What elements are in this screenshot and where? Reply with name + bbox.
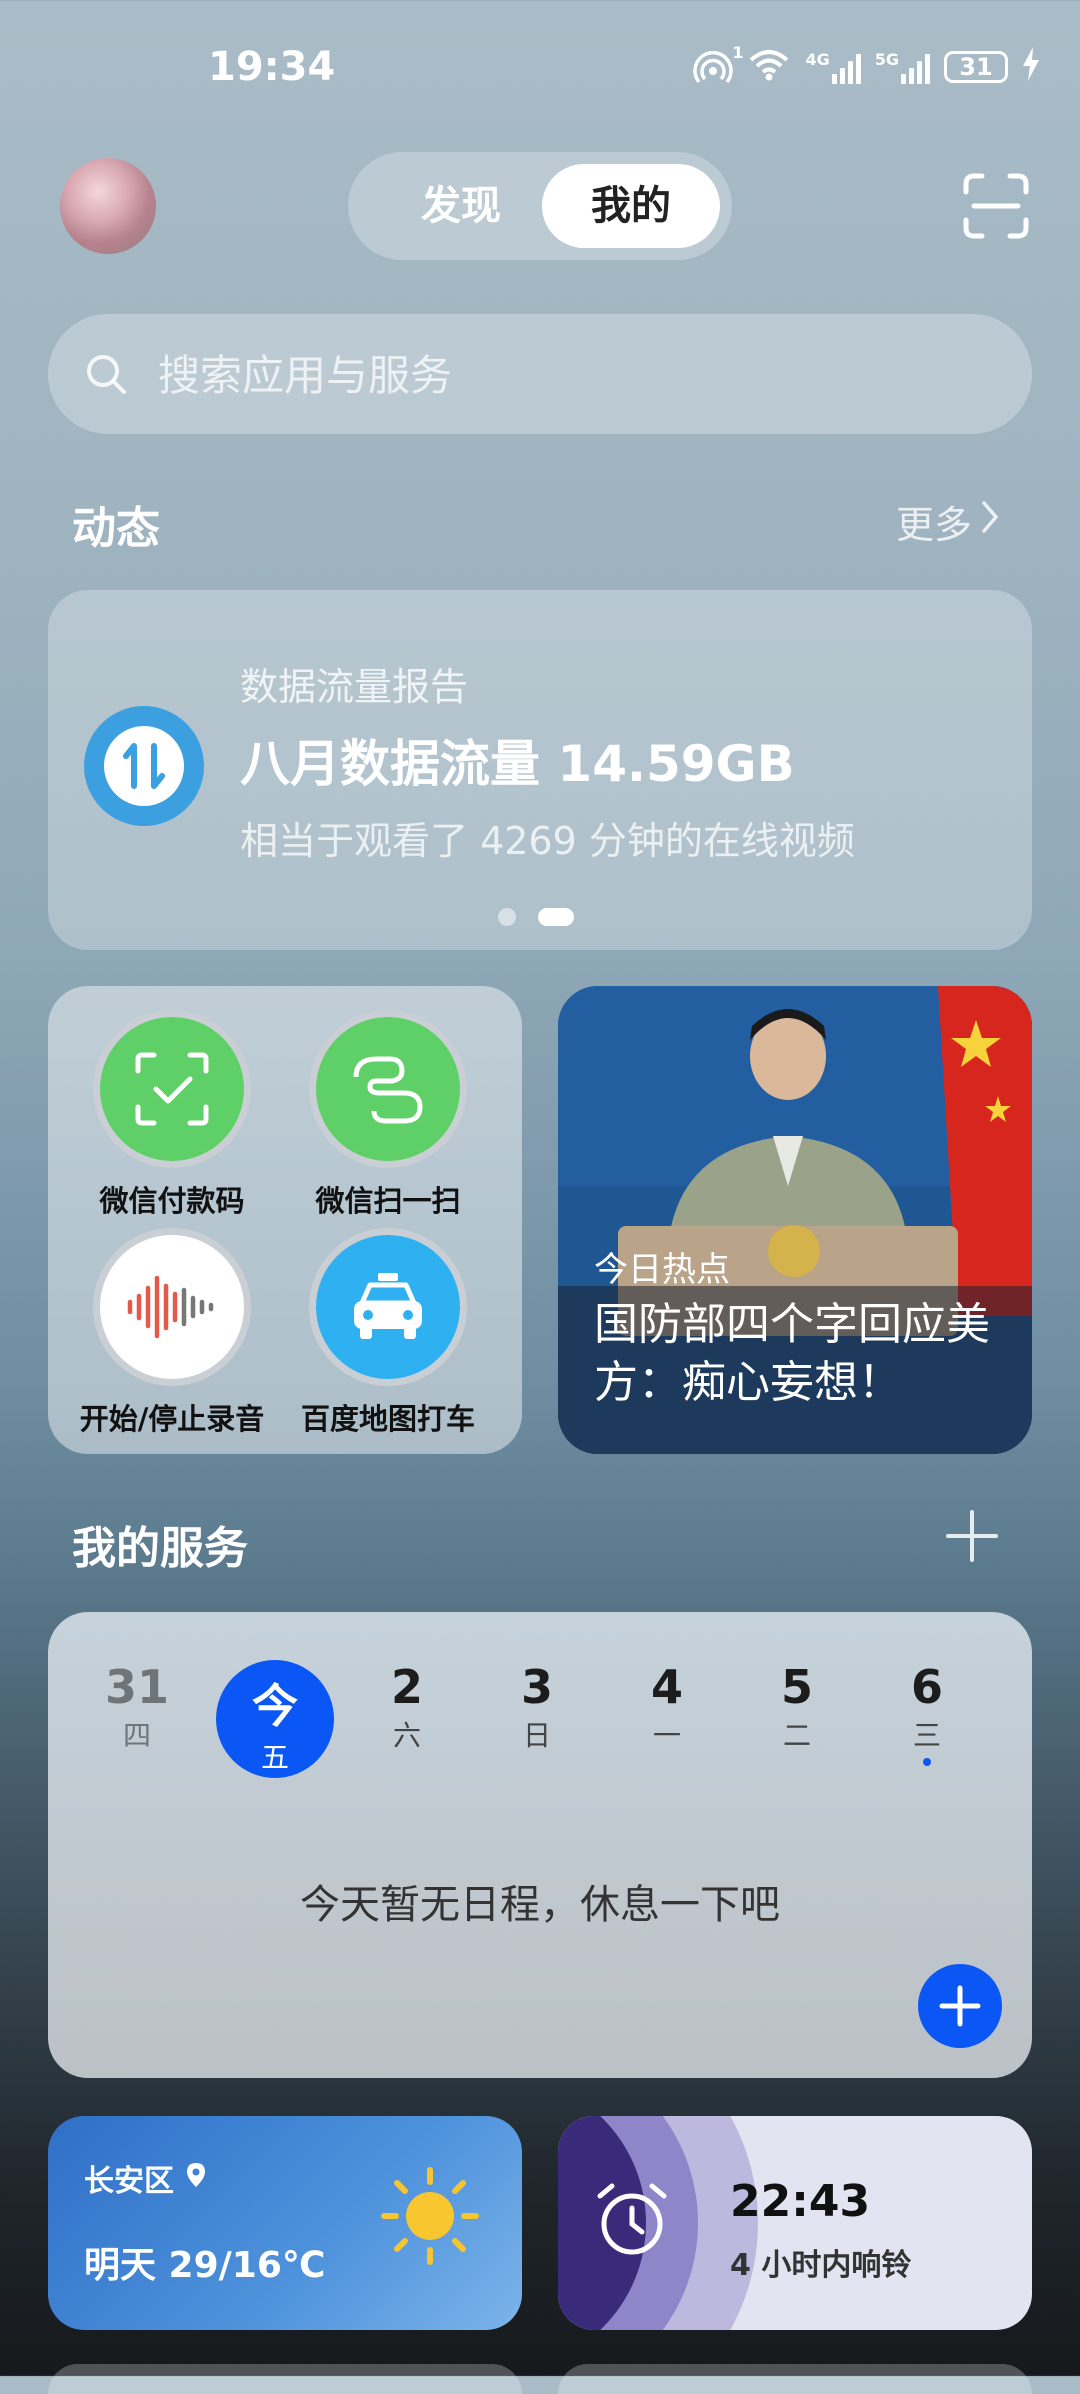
calendar-day[interactable]: 3 日 xyxy=(478,1660,596,1778)
calendar-day[interactable]: 5 二 xyxy=(738,1660,856,1778)
signal-bars-icon xyxy=(901,50,930,84)
scan-icon[interactable] xyxy=(962,172,1030,240)
data-usage-card[interactable]: 数据流量报告 八月数据流量 14.59GB 相当于观看了 4269 分钟的在线视… xyxy=(48,590,1032,950)
data-transfer-icon xyxy=(84,706,204,826)
event-dot xyxy=(923,1758,931,1766)
status-time: 19:34 xyxy=(208,44,336,90)
signal-bars-icon xyxy=(831,50,861,84)
section-title-dynamics: 动态 xyxy=(72,503,160,554)
section-title-services: 我的服务 xyxy=(72,1523,248,1574)
more-label: 更多 xyxy=(895,503,972,547)
hot-news-card[interactable]: 今日热点 国防部四个字回应美方：痴心妄想！ xyxy=(558,986,1032,1454)
page-indicator-dot xyxy=(498,908,516,926)
alarm-time: 22:43 xyxy=(730,2176,871,2227)
widget-peek xyxy=(48,2364,522,2394)
calendar-empty-text: 今天暂无日程，休息一下吧 xyxy=(300,1882,780,1928)
calendar-day[interactable]: 6 三 xyxy=(868,1660,986,1778)
calendar-day[interactable]: 4 一 xyxy=(608,1660,726,1778)
card-subtitle: 数据流量报告 xyxy=(240,665,469,709)
location-pin-icon xyxy=(186,2161,206,2196)
signal-4g: 4G xyxy=(805,50,861,84)
shortcut-wechat-pay[interactable]: 微信付款码 xyxy=(62,1010,282,1220)
alarm-clock-icon xyxy=(588,2176,676,2264)
add-service-icon[interactable] xyxy=(944,1508,1000,1564)
weather-widget[interactable]: 长安区 明天 29/16℃ xyxy=(48,2116,522,2330)
weather-forecast: 明天 29/16℃ xyxy=(84,2245,326,2286)
calendar-day-today[interactable]: 今 五 xyxy=(216,1660,334,1778)
shortcut-baidu-taxi[interactable]: 百度地图打车 xyxy=(278,1228,498,1438)
signal-5g: 5G xyxy=(875,50,930,84)
page-indicator-dot-active xyxy=(538,908,574,926)
alarm-description: 4 小时内响铃 xyxy=(730,2248,912,2283)
search-icon xyxy=(84,352,128,396)
alarm-widget[interactable]: 22:43 4 小时内响铃 xyxy=(558,2116,1032,2330)
charging-icon xyxy=(1022,47,1040,87)
news-headline: 国防部四个字回应美方：痴心妄想！ xyxy=(594,1299,990,1408)
chevron-right-icon xyxy=(980,499,1000,544)
tab-discover[interactable]: 发现 xyxy=(376,152,546,260)
card-description: 相当于观看了 4269 分钟的在线视频 xyxy=(240,819,855,863)
shortcut-widget: 微信付款码 微信扫一扫 开始/停止录音 百度地图打车 xyxy=(48,986,522,1454)
tab-switcher: 发现 我的 xyxy=(348,152,732,260)
shortcut-wechat-scan[interactable]: 微信扫一扫 xyxy=(278,1010,498,1220)
tab-mine[interactable]: 我的 xyxy=(542,164,720,248)
hotspot-badge: 1 xyxy=(732,43,744,62)
shortcut-label: 开始/停止录音 xyxy=(79,1402,265,1436)
shortcut-record-audio[interactable]: 开始/停止录音 xyxy=(62,1228,282,1438)
wechat-scan-icon xyxy=(316,1017,460,1161)
widget-peek xyxy=(558,2364,1032,2394)
shortcut-label: 微信付款码 xyxy=(99,1184,245,1218)
plus-icon xyxy=(939,1985,981,2027)
weather-location: 长安区 xyxy=(84,2156,206,2200)
calendar-day[interactable]: 2 六 xyxy=(348,1660,466,1778)
shortcut-label: 微信扫一扫 xyxy=(315,1184,461,1218)
search-input[interactable] xyxy=(156,342,860,408)
taxi-icon xyxy=(316,1235,460,1379)
battery-indicator: 31 xyxy=(944,51,1008,83)
calendar-widget: 31 四 今 五 2 六 3 日 4 一 5 二 6 三 今天暂无日程，休息一下… xyxy=(48,1612,1032,2078)
card-headline: 八月数据流量 14.59GB xyxy=(240,735,795,793)
wechat-pay-code-icon xyxy=(100,1017,244,1161)
calendar-day[interactable]: 31 四 xyxy=(78,1660,196,1778)
hotspot-icon: 1 xyxy=(693,43,743,85)
news-kicker: 今日热点 xyxy=(594,1250,730,1290)
avatar[interactable] xyxy=(60,158,156,254)
more-link[interactable]: 更多 xyxy=(896,494,1000,549)
sound-wave-icon xyxy=(100,1235,244,1379)
sun-icon xyxy=(380,2166,480,2266)
add-event-button[interactable] xyxy=(918,1964,1002,2048)
wifi-icon xyxy=(747,46,791,88)
status-icons: 1 4G 5G 31 xyxy=(693,43,1040,88)
shortcut-label: 百度地图打车 xyxy=(300,1402,475,1436)
search-bar[interactable] xyxy=(48,314,1032,434)
